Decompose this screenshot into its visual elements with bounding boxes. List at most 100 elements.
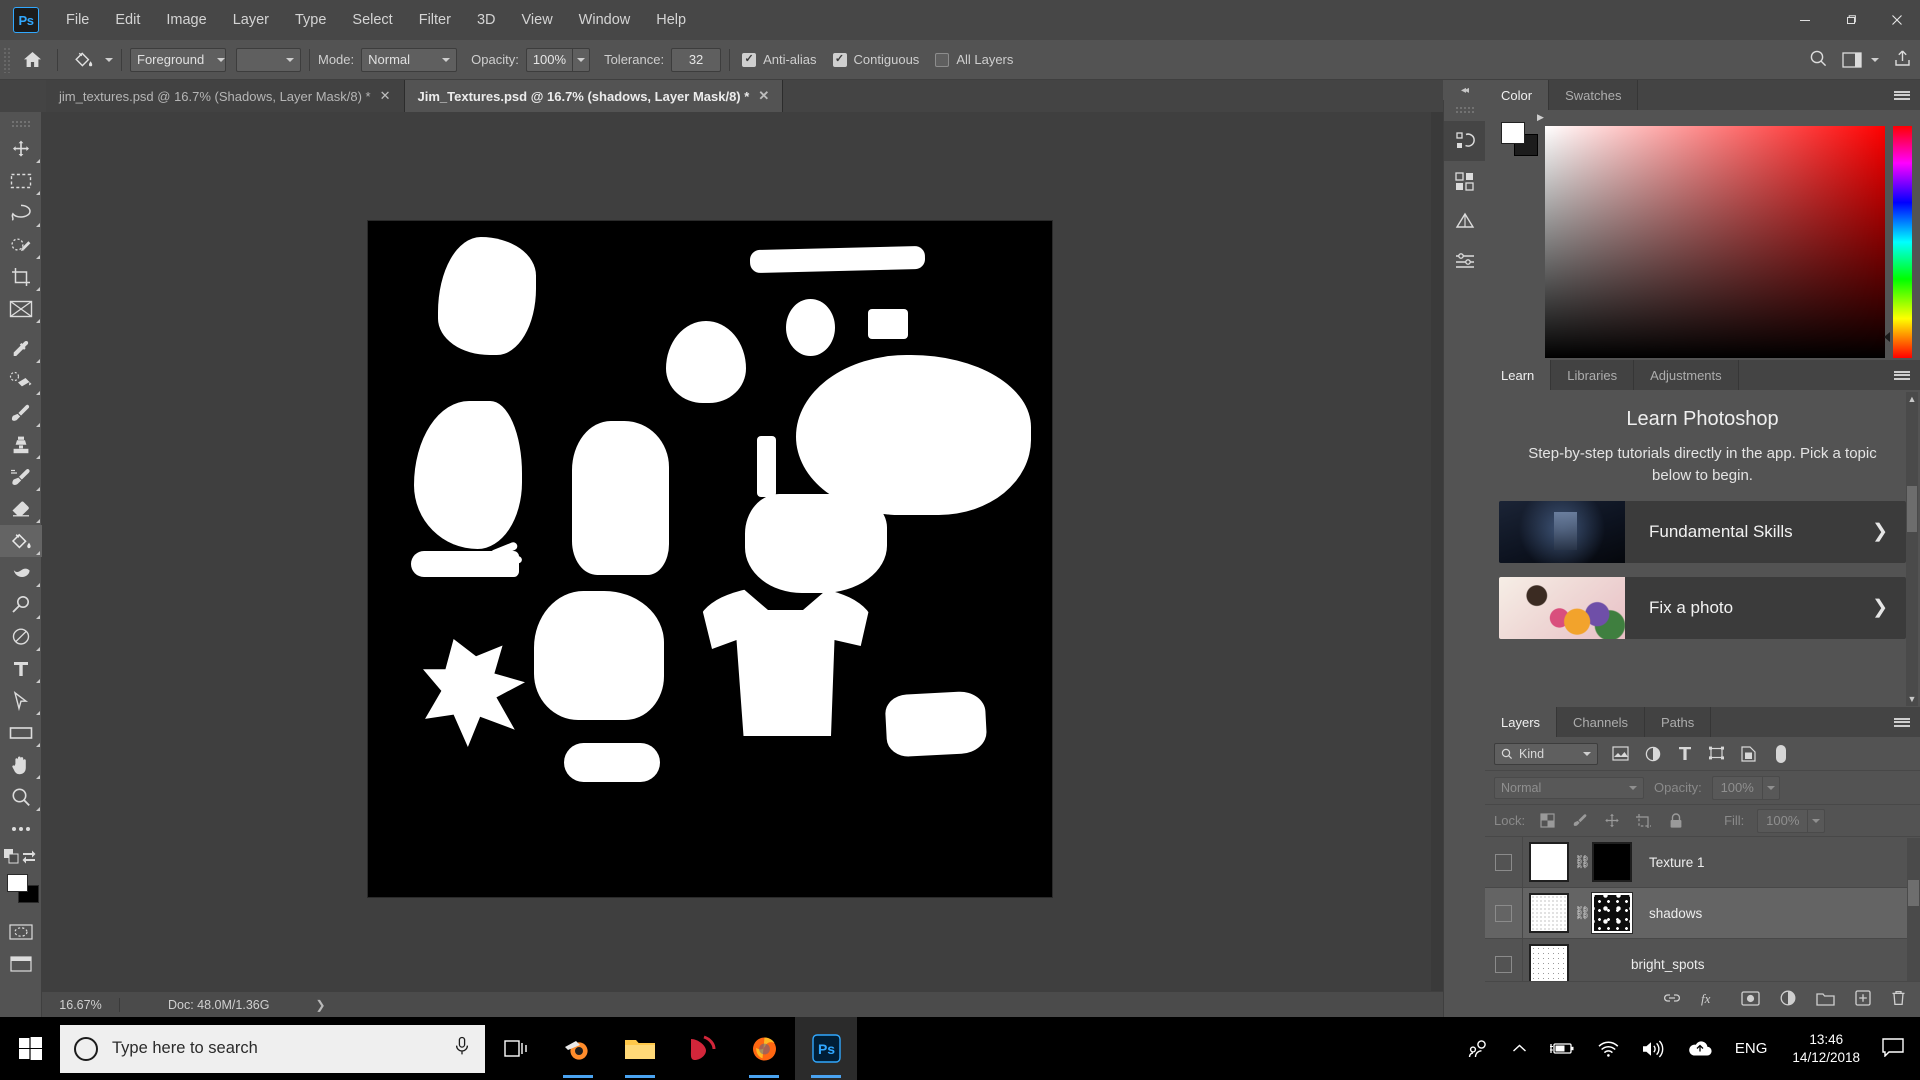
layer-mask-thumbnail[interactable] — [1591, 892, 1633, 934]
rectangle-tool[interactable] — [0, 717, 42, 749]
menu-edit[interactable]: Edit — [102, 0, 153, 40]
layer-fill-value[interactable]: 100% — [1757, 808, 1808, 833]
layer-blend-mode-select[interactable]: Normal — [1494, 776, 1644, 799]
link-icon[interactable]: ⛓ — [1574, 854, 1591, 870]
menu-window[interactable]: Window — [566, 0, 644, 40]
layer-filter-kind-select[interactable]: Kind — [1494, 742, 1598, 765]
tools-panel-grip[interactable] — [10, 120, 31, 127]
contiguous-checkbox[interactable]: Contiguous — [832, 52, 919, 67]
document-tab-2[interactable]: Jim_Textures.psd @ 16.7% (shadows, Layer… — [404, 80, 784, 112]
tab-paths[interactable]: Paths — [1644, 707, 1712, 737]
menu-image[interactable]: Image — [153, 0, 219, 40]
language-indicator[interactable]: ENG — [1724, 1040, 1779, 1057]
lock-image-icon[interactable] — [1570, 811, 1589, 830]
crop-tool[interactable] — [0, 261, 42, 293]
layer-thumbnail[interactable] — [1529, 842, 1569, 882]
eyedropper-tool[interactable] — [0, 333, 42, 365]
scroll-up-icon[interactable]: ▲ — [1906, 392, 1918, 406]
tab-adjustments[interactable]: Adjustments — [1634, 360, 1739, 390]
panel-menu-icon[interactable] — [1894, 707, 1910, 737]
blender-icon[interactable] — [547, 1017, 609, 1080]
chevron-down-icon[interactable] — [1807, 808, 1826, 833]
filter-toggle-icon[interactable] — [1771, 744, 1790, 763]
volume-icon[interactable] — [1630, 1040, 1676, 1058]
lasso-tool[interactable] — [0, 197, 42, 229]
folder-icon[interactable] — [609, 1017, 671, 1080]
minimize-icon[interactable] — [1782, 0, 1828, 40]
search-input[interactable]: Type here to search — [60, 1024, 485, 1073]
tab-libraries[interactable]: Libraries — [1551, 360, 1635, 390]
clock[interactable]: 13:46 14/12/2018 — [1778, 1031, 1874, 1067]
media-player-icon[interactable] — [671, 1017, 733, 1080]
adjustments-rail-icon[interactable] — [1444, 201, 1486, 241]
layers-scrollbar[interactable] — [1907, 838, 1920, 981]
battery-icon[interactable] — [1538, 1041, 1586, 1056]
edit-toolbar-ellipsis-icon[interactable] — [0, 813, 42, 845]
close-icon[interactable] — [1874, 0, 1920, 40]
table-row[interactable]: ⛓ shadows — [1485, 887, 1920, 939]
all-layers-checkbox[interactable]: All Layers — [935, 52, 1013, 67]
lock-all-icon[interactable] — [1666, 811, 1685, 830]
home-icon[interactable] — [15, 45, 49, 75]
foreground-color-swatch[interactable] — [7, 874, 28, 892]
menu-3d[interactable]: 3D — [464, 0, 509, 40]
search-icon[interactable] — [1809, 49, 1828, 71]
microphone-icon[interactable] — [453, 1036, 471, 1061]
task-view-icon[interactable] — [485, 1017, 547, 1080]
type-filter-icon[interactable] — [1675, 744, 1694, 763]
link-layers-icon[interactable] — [1663, 991, 1681, 1008]
close-icon[interactable]: ✕ — [380, 88, 391, 104]
hand-tool[interactable] — [0, 749, 42, 781]
delete-layer-icon[interactable] — [1891, 990, 1906, 1009]
share-icon[interactable] — [1893, 49, 1912, 71]
paint-bucket-icon[interactable] — [66, 46, 100, 74]
menu-view[interactable]: View — [509, 0, 566, 40]
smartobject-filter-icon[interactable] — [1739, 744, 1758, 763]
hue-strip[interactable] — [1893, 126, 1912, 358]
layer-visibility-toggle[interactable] — [1485, 887, 1523, 939]
opacity-stepper[interactable]: 100% — [525, 47, 591, 72]
tab-color[interactable]: Color — [1485, 80, 1550, 110]
link-icon[interactable]: ⛓ — [1574, 905, 1591, 921]
panel-rail-grip[interactable] — [1454, 106, 1475, 113]
scroll-down-icon[interactable]: ▼ — [1906, 692, 1918, 706]
canvas-vertical-scrollbar[interactable] — [1431, 112, 1443, 993]
screen-mode-icon[interactable] — [0, 948, 42, 980]
chevron-down-icon[interactable] — [572, 47, 591, 72]
lock-transparency-icon[interactable] — [1538, 811, 1557, 830]
shape-filter-icon[interactable] — [1707, 744, 1726, 763]
scroll-thumb[interactable] — [1908, 880, 1919, 906]
menu-help[interactable]: Help — [643, 0, 699, 40]
paint-bucket-tool[interactable] — [0, 525, 42, 557]
menu-file[interactable]: File — [53, 0, 102, 40]
menu-filter[interactable]: Filter — [406, 0, 464, 40]
close-icon[interactable]: ✕ — [758, 88, 769, 104]
dodge-tool[interactable] — [0, 589, 42, 621]
color-panel-expand-icon[interactable]: ▶ — [1537, 112, 1544, 123]
brush-tool[interactable] — [0, 397, 42, 429]
canvas-area[interactable] — [42, 112, 1443, 1017]
add-mask-icon[interactable] — [1741, 990, 1760, 1009]
menu-select[interactable]: Select — [339, 0, 405, 40]
pattern-picker[interactable] — [236, 47, 301, 72]
adjustment-filter-icon[interactable] — [1643, 744, 1662, 763]
pen-tool[interactable] — [0, 621, 42, 653]
people-icon[interactable] — [1457, 1039, 1501, 1059]
layer-mask-thumbnail[interactable] — [1592, 842, 1632, 882]
tab-learn[interactable]: Learn — [1485, 360, 1552, 390]
move-tool[interactable] — [0, 133, 42, 165]
lock-position-icon[interactable] — [1602, 811, 1621, 830]
quick-selection-tool[interactable] — [0, 229, 42, 261]
history-icon[interactable] — [1444, 121, 1486, 161]
path-selection-tool[interactable] — [0, 685, 42, 717]
spot-healing-brush-tool[interactable] — [0, 365, 42, 397]
layer-thumbnail[interactable] — [1529, 944, 1569, 984]
wifi-icon[interactable] — [1586, 1040, 1630, 1057]
chevron-down-icon[interactable] — [1761, 775, 1780, 800]
panel-menu-icon[interactable] — [1894, 360, 1910, 390]
tab-swatches[interactable]: Swatches — [1549, 80, 1639, 110]
layer-opacity-stepper[interactable]: 100% — [1711, 775, 1780, 800]
pixel-filter-icon[interactable] — [1611, 744, 1630, 763]
zoom-level[interactable]: 16.67% — [42, 997, 120, 1012]
layer-thumbnail[interactable] — [1529, 893, 1569, 933]
